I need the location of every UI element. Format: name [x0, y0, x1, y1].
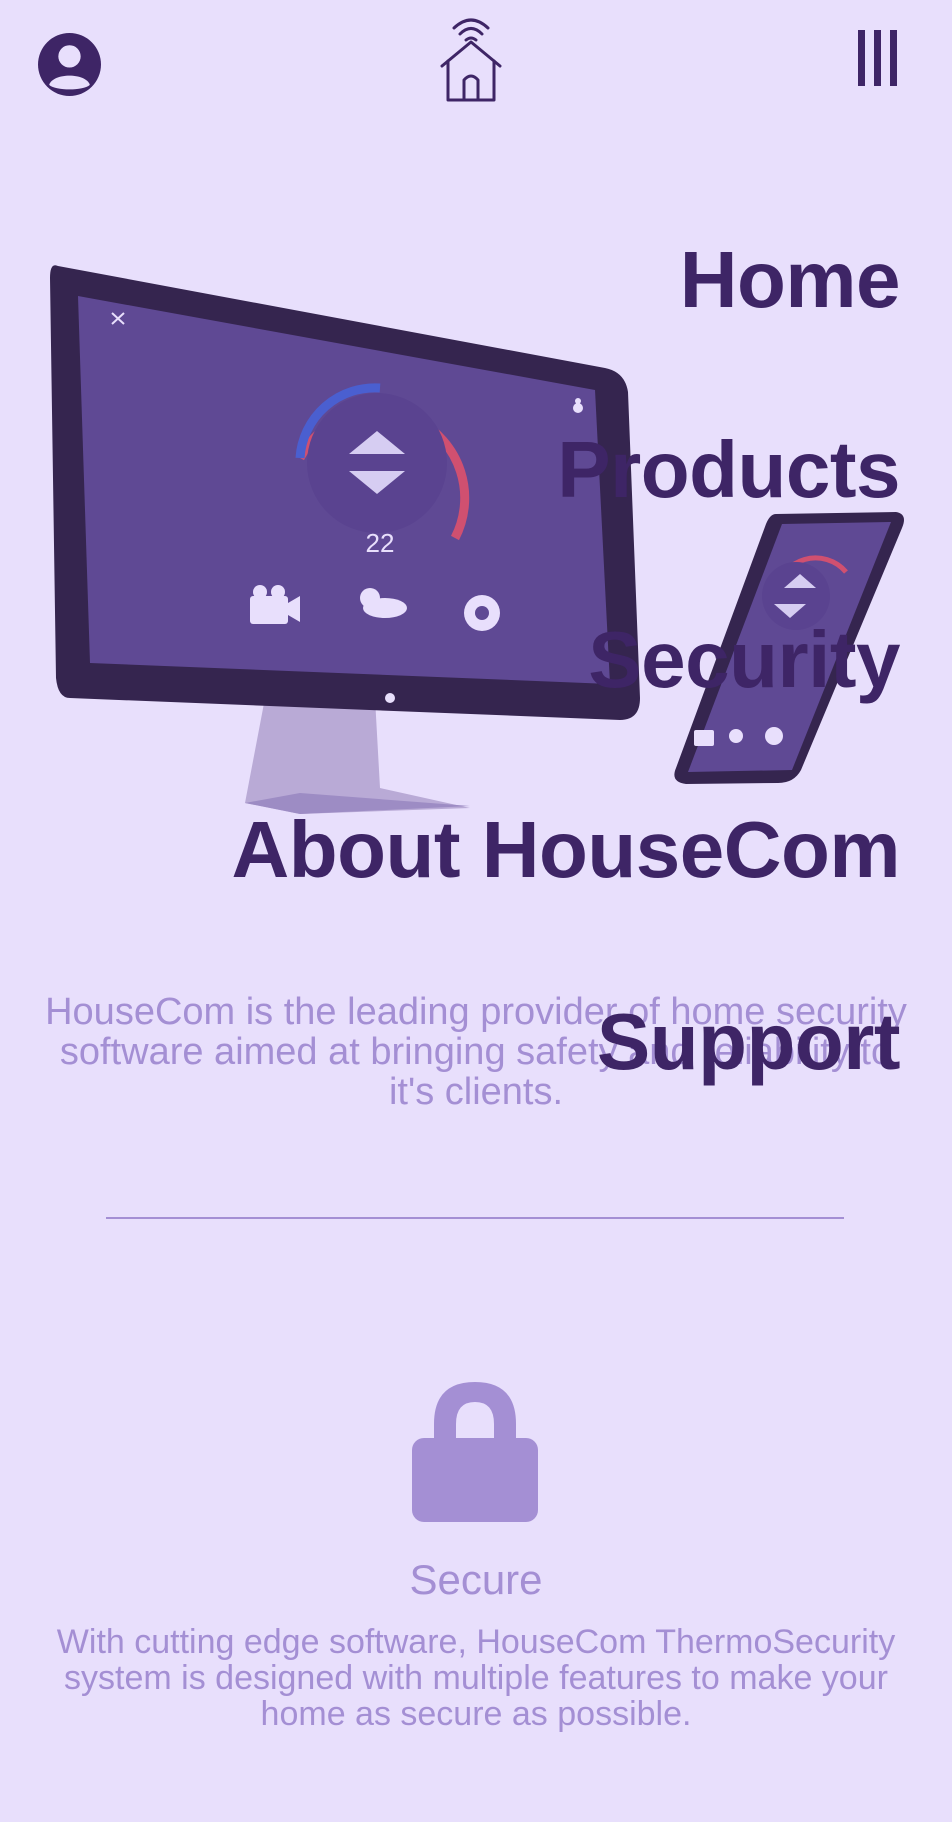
lock-icon [412, 1382, 538, 1522]
feature-description: With cutting edge software, HouseCom The… [56, 1623, 896, 1733]
desktop-monitor-image: 22 [50, 265, 640, 814]
home-logo-icon[interactable] [436, 14, 506, 104]
nav-about-housecom[interactable]: About HouseCom [231, 810, 900, 890]
section-divider [106, 1217, 844, 1219]
nav-home[interactable]: Home [680, 240, 901, 320]
profile-icon[interactable] [37, 32, 102, 97]
thermostat-reading: 22 [366, 528, 395, 558]
nav-security[interactable]: Security [588, 620, 900, 700]
menu-icon[interactable] [854, 28, 902, 88]
feature-title: Secure [409, 1556, 543, 1603]
nav-support[interactable]: Support [597, 1002, 901, 1082]
nav-products[interactable]: Products [557, 430, 900, 510]
